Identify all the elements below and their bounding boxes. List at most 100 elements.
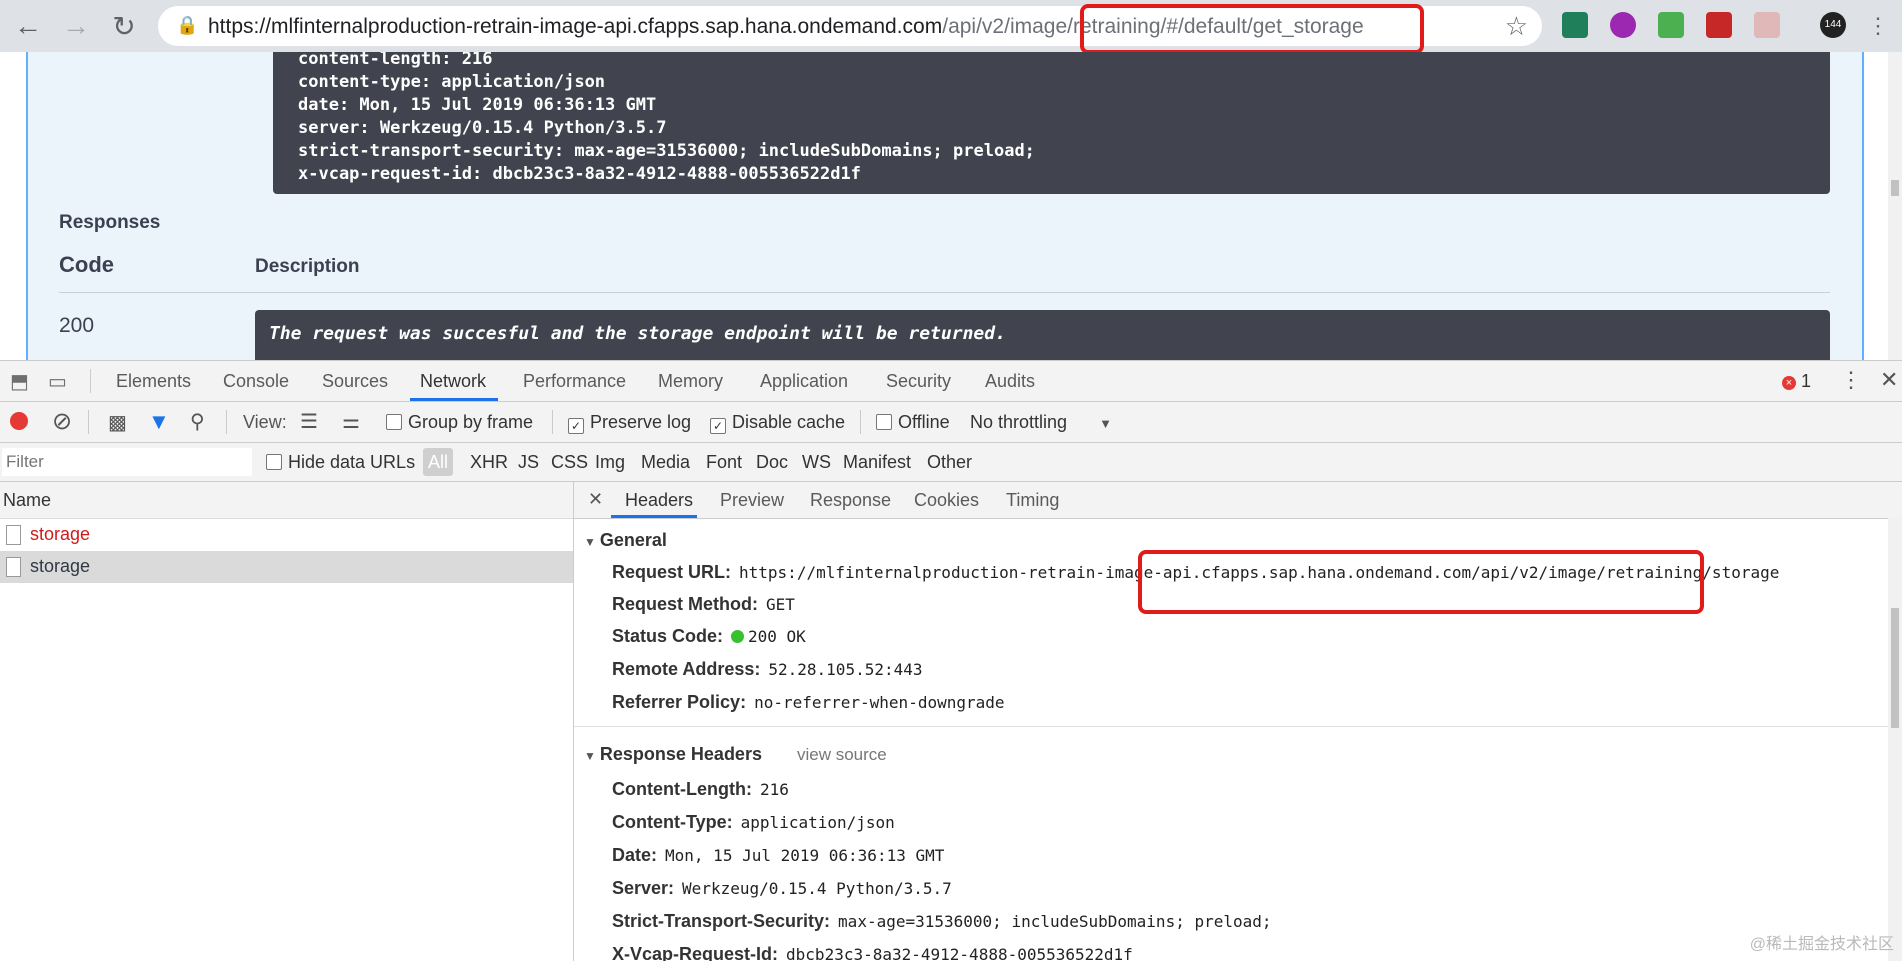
filter-type-doc[interactable]: Doc [756, 452, 788, 473]
group-by-frame-label: Group by frame [408, 412, 534, 432]
extension-purple-icon[interactable] [1610, 12, 1636, 38]
checkbox-box[interactable] [876, 414, 892, 430]
extension-monitor-icon[interactable] [1562, 12, 1588, 38]
tab-performance[interactable]: Performance [523, 371, 626, 392]
request-row[interactable]: storage [0, 551, 573, 583]
general-section-header[interactable]: ▼ General [584, 530, 667, 551]
close-detail-icon[interactable]: ✕ [588, 489, 603, 510]
capture-screenshots-icon[interactable]: ▩ [108, 410, 127, 435]
device-toolbar-icon[interactable]: ▭ [48, 369, 67, 394]
tab-network[interactable]: Network [420, 371, 486, 392]
tab-security[interactable]: Security [886, 371, 951, 392]
back-arrow-icon[interactable]: ← [8, 6, 48, 46]
close-devtools-icon[interactable]: ✕ [1880, 367, 1898, 393]
controls-separator [226, 410, 227, 434]
filter-type-css[interactable]: CSS [551, 452, 588, 473]
offline-label: Offline [898, 412, 950, 432]
triangle-down-icon: ▼ [584, 749, 596, 763]
disable-cache-label: Disable cache [732, 412, 846, 432]
tab-sources[interactable]: Sources [322, 371, 388, 392]
waterfall-overview-icon[interactable]: ⚌ [342, 409, 360, 434]
reload-icon[interactable]: ↻ [104, 6, 144, 46]
file-icon [6, 525, 21, 545]
checkbox-box[interactable] [386, 414, 402, 430]
code-column-header: Code [59, 252, 114, 277]
error-icon: × [1782, 376, 1796, 390]
filter-type-font[interactable]: Font [706, 452, 742, 473]
view-source-link[interactable]: view source [797, 745, 887, 765]
response-headers-text: content-length: 216 content-type: applic… [298, 52, 1035, 184]
disable-cache-checkbox[interactable]: ✓ Disable cache [710, 412, 845, 434]
page-scrollbar[interactable] [1888, 52, 1902, 360]
search-icon[interactable]: ⚲ [190, 409, 205, 434]
header-key: Server: [612, 878, 675, 898]
browser-menu-icon[interactable]: ⋮ [1858, 6, 1898, 46]
clear-icon[interactable]: ⊘ [52, 407, 72, 436]
status-code-value: 200 OK [748, 627, 806, 646]
request-method-value: GET [766, 595, 795, 614]
scrollbar-thumb[interactable] [1891, 180, 1899, 196]
offline-checkbox[interactable]: Offline [876, 412, 950, 433]
tab-preview[interactable]: Preview [720, 490, 784, 511]
extension-download-icon[interactable] [1706, 12, 1732, 38]
active-detail-tab-indicator [611, 515, 697, 518]
response-header-row: Content-Length: 216 [612, 779, 789, 800]
tab-cookies[interactable]: Cookies [914, 490, 979, 511]
filter-type-xhr[interactable]: XHR [470, 452, 508, 473]
checkbox-checked[interactable]: ✓ [710, 418, 726, 434]
filter-type-other[interactable]: Other [927, 452, 972, 473]
checkbox-checked[interactable]: ✓ [568, 418, 584, 434]
tab-headers[interactable]: Headers [625, 490, 693, 511]
request-row[interactable]: storage [0, 519, 573, 551]
error-counter[interactable]: × 1 [1782, 371, 1811, 392]
tab-audits[interactable]: Audits [985, 371, 1035, 392]
filter-type-media[interactable]: Media [641, 452, 690, 473]
filter-type-js[interactable]: JS [518, 452, 539, 473]
profile-avatar[interactable]: 144 [1820, 12, 1846, 38]
scrollbar-thumb[interactable] [1891, 608, 1899, 728]
tab-application[interactable]: Application [760, 371, 848, 392]
response-headers-section-header[interactable]: ▼ Response Headers [584, 744, 762, 765]
detail-scrollbar[interactable] [1888, 518, 1902, 961]
remote-address-label: Remote Address: [612, 659, 761, 679]
record-button[interactable] [10, 412, 28, 430]
response-code: 200 [59, 314, 95, 337]
extension-php-icon[interactable] [1754, 12, 1780, 38]
tab-response[interactable]: Response [810, 490, 891, 511]
general-title: General [599, 530, 667, 550]
filter-type-img[interactable]: Img [595, 452, 625, 473]
group-by-frame-checkbox[interactable]: Group by frame [386, 412, 533, 433]
checkbox-box[interactable] [266, 454, 282, 470]
view-label: View: [243, 412, 287, 432]
tab-timing[interactable]: Timing [1006, 490, 1059, 511]
extension-green-icon[interactable] [1658, 12, 1684, 38]
devtools-menu-icon[interactable]: ⋮ [1840, 367, 1862, 393]
active-tab-indicator [410, 398, 498, 401]
tab-console[interactable]: Console [223, 371, 289, 392]
bookmark-star-icon[interactable]: ☆ [1505, 11, 1528, 42]
header-key: Content-Type: [612, 812, 733, 832]
filter-funnel-icon[interactable]: ▼ [148, 409, 170, 435]
filter-input[interactable] [2, 448, 252, 476]
preserve-log-checkbox[interactable]: ✓ Preserve log [568, 412, 691, 434]
forward-arrow-icon[interactable]: → [56, 6, 96, 46]
devtools-panel: ⬒ ▭ Elements Console Sources Network Per… [0, 360, 1902, 961]
tab-elements[interactable]: Elements [116, 371, 191, 392]
tab-separator [90, 369, 91, 393]
name-column-header[interactable]: Name [0, 482, 573, 519]
watermark: @稀土掘金技术社区 [1749, 936, 1894, 953]
request-list: Name storage storage [0, 482, 574, 961]
header-value: Mon, 15 Jul 2019 06:36:13 GMT [665, 846, 945, 865]
filter-type-all[interactable]: All [423, 448, 453, 476]
network-controls-bar: ⊘ ▩ ▼ ⚲ View: ☰ ⚌ Group by frame ✓ Preser… [0, 402, 1902, 443]
throttling-select[interactable]: No throttling ▼ [970, 412, 1112, 433]
large-rows-icon[interactable]: ☰ [300, 409, 318, 434]
filter-type-manifest[interactable]: Manifest [843, 452, 911, 473]
tab-memory[interactable]: Memory [658, 371, 723, 392]
filter-type-ws[interactable]: WS [802, 452, 831, 473]
response-description: The request was succesful and the storag… [269, 323, 1006, 344]
inspect-element-icon[interactable]: ⬒ [10, 369, 29, 394]
hide-data-urls-checkbox[interactable]: Hide data URLs [266, 452, 415, 473]
request-name: storage [30, 524, 91, 544]
table-divider [59, 292, 1830, 293]
